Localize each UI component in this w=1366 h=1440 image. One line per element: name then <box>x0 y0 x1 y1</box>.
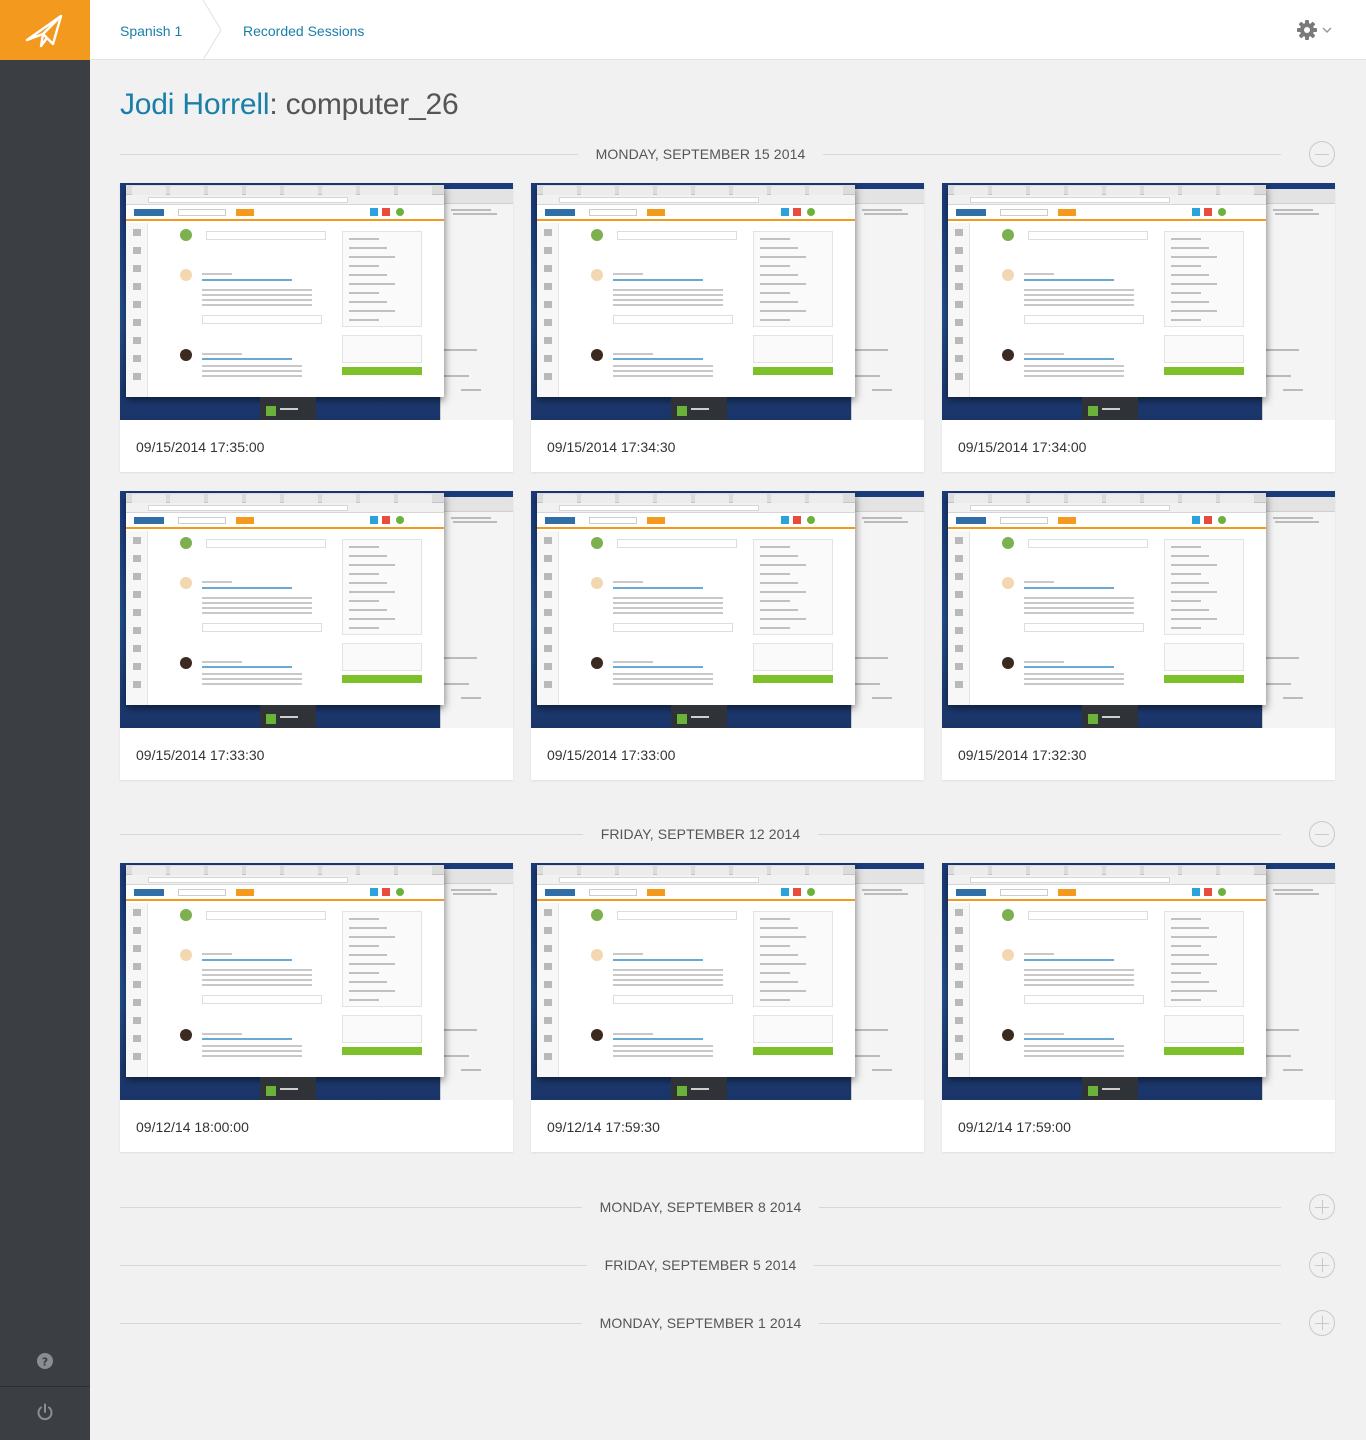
day-label-text: FRIDAY, SEPTEMBER 12 2014 <box>582 826 819 842</box>
session-timestamp: 09/12/14 17:59:00 <box>958 1119 1071 1135</box>
session-screenshot[interactable] <box>531 183 924 420</box>
background-window <box>439 869 513 1100</box>
session-timestamp: 09/15/2014 17:33:00 <box>547 747 676 763</box>
chat-bar <box>1082 1077 1138 1100</box>
browser-window <box>537 865 855 1077</box>
day-header: MONDAY, SEPTEMBER 8 2014 <box>120 1192 1335 1222</box>
background-window <box>1261 497 1335 728</box>
help-button[interactable]: ? <box>0 1336 90 1386</box>
day-label: MONDAY, SEPTEMBER 15 2014 <box>120 146 1281 162</box>
session-timestamp: 09/15/2014 17:35:00 <box>136 439 265 455</box>
breadcrumb-recorded-sessions[interactable]: Recorded Sessions <box>243 0 364 60</box>
session-card[interactable]: 09/15/2014 17:34:00 <box>942 183 1335 472</box>
day-label-text: MONDAY, SEPTEMBER 1 2014 <box>581 1315 820 1331</box>
session-screenshot[interactable] <box>942 183 1335 420</box>
page-title: Jodi Horrell: computer_26 <box>120 88 459 122</box>
session-screenshot[interactable] <box>120 491 513 728</box>
browser-window <box>126 865 444 1077</box>
day-header: FRIDAY, SEPTEMBER 12 2014 <box>120 819 1335 849</box>
session-card[interactable]: 09/12/14 18:00:00 <box>120 863 513 1152</box>
session-card[interactable]: 09/15/2014 17:33:00 <box>531 491 924 780</box>
chat-bar <box>1082 705 1138 728</box>
computer-name: computer_26 <box>285 88 459 121</box>
collapse-day-button[interactable] <box>1309 141 1335 167</box>
day-label-text: MONDAY, SEPTEMBER 15 2014 <box>577 146 824 162</box>
session-timestamp: 09/15/2014 17:32:30 <box>958 747 1087 763</box>
expand-day-button[interactable] <box>1309 1252 1335 1278</box>
day-label: FRIDAY, SEPTEMBER 12 2014 <box>120 826 1281 842</box>
app-logo[interactable] <box>0 0 90 60</box>
session-screenshot[interactable] <box>942 491 1335 728</box>
session-timestamp: 09/12/14 17:59:30 <box>547 1119 660 1135</box>
gear-icon <box>1297 20 1317 40</box>
browser-window <box>126 493 444 705</box>
session-card[interactable]: 09/12/14 17:59:00 <box>942 863 1335 1152</box>
chat-bar <box>671 1077 727 1100</box>
expand-day-button[interactable] <box>1309 1310 1335 1336</box>
session-timestamp: 09/15/2014 17:33:30 <box>136 747 265 763</box>
session-timestamp: 09/15/2014 17:34:00 <box>958 439 1087 455</box>
student-name[interactable]: Jodi Horrell <box>120 88 270 121</box>
breadcrumb-separator-icon <box>202 0 222 60</box>
day-header: MONDAY, SEPTEMBER 15 2014 <box>120 139 1335 169</box>
session-screenshot[interactable] <box>120 863 513 1100</box>
session-timestamp: 09/12/14 18:00:00 <box>136 1119 249 1135</box>
day-label-text: FRIDAY, SEPTEMBER 5 2014 <box>586 1257 815 1273</box>
day-label: MONDAY, SEPTEMBER 8 2014 <box>120 1199 1281 1215</box>
day-label-text: MONDAY, SEPTEMBER 8 2014 <box>581 1199 820 1215</box>
chat-bar <box>260 1077 316 1100</box>
session-card[interactable]: 09/15/2014 17:35:00 <box>120 183 513 472</box>
chat-bar <box>671 705 727 728</box>
sidebar: ? <box>0 0 90 1440</box>
session-timestamp: 09/15/2014 17:34:30 <box>547 439 676 455</box>
chat-bar <box>671 397 727 420</box>
breadcrumb-class[interactable]: Spanish 1 <box>120 0 182 60</box>
chevron-down-icon <box>1322 27 1332 34</box>
expand-day-button[interactable] <box>1309 1194 1335 1220</box>
title-separator: : <box>269 88 286 121</box>
session-screenshot[interactable] <box>531 491 924 728</box>
browser-window <box>537 493 855 705</box>
chat-bar <box>1082 397 1138 420</box>
background-window <box>439 497 513 728</box>
browser-window <box>126 185 444 397</box>
day-header: MONDAY, SEPTEMBER 1 2014 <box>120 1308 1335 1338</box>
session-screenshot[interactable] <box>531 863 924 1100</box>
background-window <box>850 497 924 728</box>
paper-plane-icon <box>25 14 63 48</box>
collapse-day-button[interactable] <box>1309 821 1335 847</box>
settings-menu-button[interactable] <box>1296 18 1336 42</box>
day-label: MONDAY, SEPTEMBER 1 2014 <box>120 1315 1281 1331</box>
power-icon <box>37 1403 53 1420</box>
session-card[interactable]: 09/15/2014 17:33:30 <box>120 491 513 780</box>
browser-window <box>537 185 855 397</box>
top-header: Spanish 1 Recorded Sessions <box>90 0 1366 60</box>
browser-window <box>948 493 1266 705</box>
background-window <box>850 869 924 1100</box>
session-card[interactable]: 09/15/2014 17:32:30 <box>942 491 1335 780</box>
session-screenshot[interactable] <box>120 183 513 420</box>
browser-window <box>948 185 1266 397</box>
svg-text:?: ? <box>42 1356 48 1369</box>
day-label: FRIDAY, SEPTEMBER 5 2014 <box>120 1257 1281 1273</box>
background-window <box>439 189 513 420</box>
background-window <box>850 189 924 420</box>
session-card[interactable]: 09/12/14 17:59:30 <box>531 863 924 1152</box>
day-header: FRIDAY, SEPTEMBER 5 2014 <box>120 1250 1335 1280</box>
background-window <box>1261 189 1335 420</box>
help-icon: ? <box>37 1353 53 1369</box>
session-screenshot[interactable] <box>942 863 1335 1100</box>
browser-window <box>948 865 1266 1077</box>
chat-bar <box>260 397 316 420</box>
chat-bar <box>260 705 316 728</box>
session-card[interactable]: 09/15/2014 17:34:30 <box>531 183 924 472</box>
background-window <box>1261 869 1335 1100</box>
logout-button[interactable] <box>0 1386 90 1436</box>
